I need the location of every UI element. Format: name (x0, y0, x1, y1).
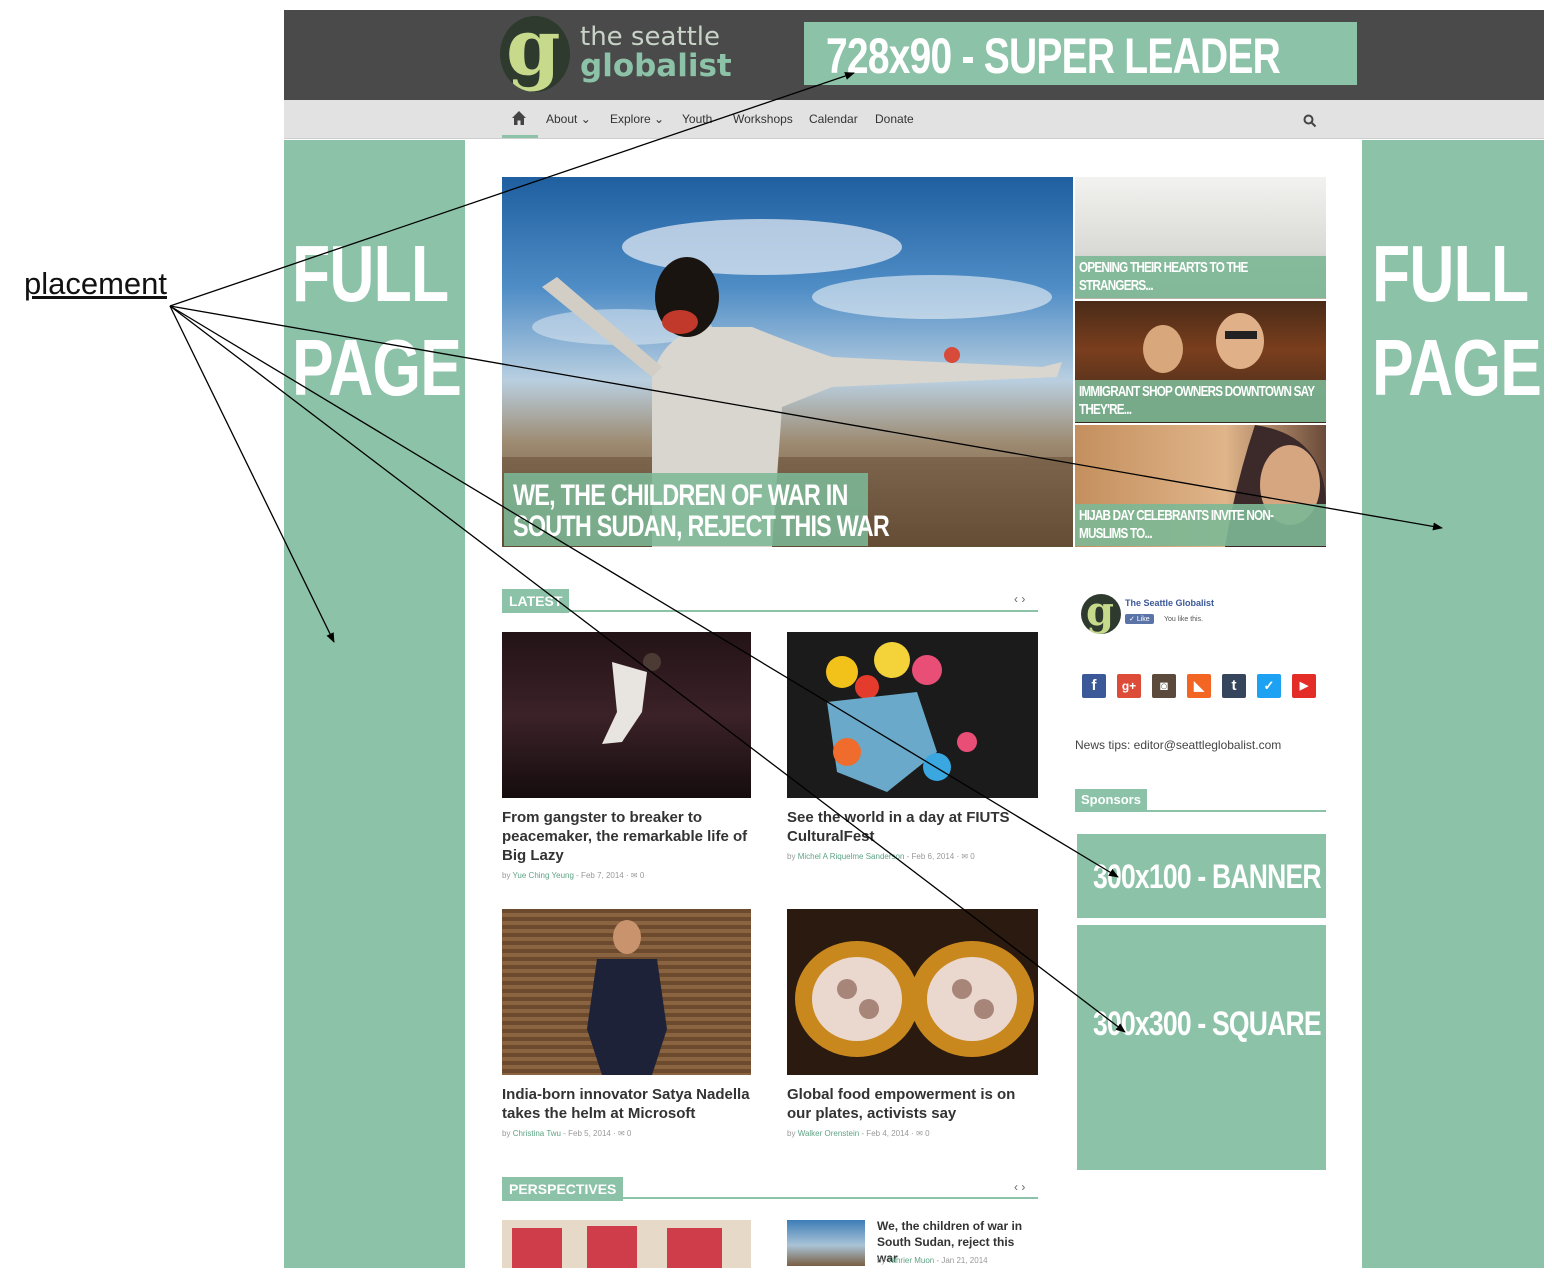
arrow-to-banner (169, 305, 1119, 878)
arrow-to-square (169, 305, 1126, 1033)
arrow-to-super-leader (169, 72, 855, 307)
arrow-to-full-page-right (169, 305, 1443, 531)
arrow-to-full-page-left (169, 305, 335, 643)
annotation-arrows (169, 72, 1443, 1033)
